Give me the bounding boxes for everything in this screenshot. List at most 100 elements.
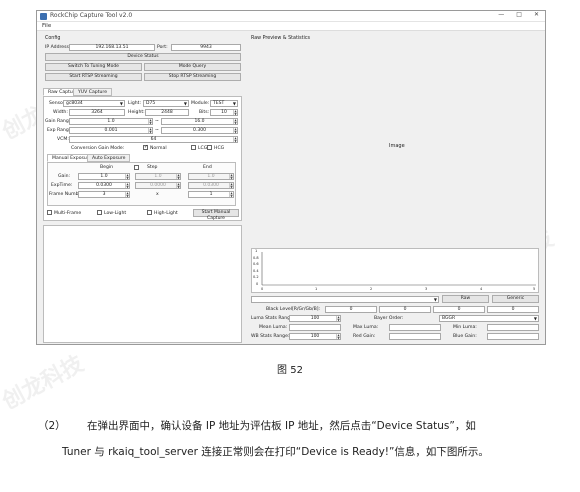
normal-label: Normal — [150, 146, 167, 151]
y-tick-label: 1 — [255, 249, 258, 253]
low-light-label: Low-Light — [104, 211, 127, 216]
port-input[interactable]: 9943 — [171, 44, 241, 51]
black-level-r-input[interactable]: 0 — [325, 306, 377, 313]
switch-tuning-mode-button[interactable]: Switch To Tuning Mode — [45, 63, 142, 71]
hcg-checkbox[interactable]: HCG — [207, 145, 224, 151]
spin-arrows-icon[interactable]: ▲ ▼ — [125, 192, 129, 197]
mode-query-button[interactable]: Mode Query — [144, 63, 241, 71]
exptime-end-value: 0.0300 — [203, 183, 219, 188]
lcg-checkbox[interactable]: LCG — [191, 145, 207, 151]
step-column-header: Step — [147, 165, 158, 170]
generic-button[interactable]: Generic — [492, 295, 539, 303]
exptime-begin-spinbox[interactable]: 0.0300 ▲ ▼ — [78, 182, 130, 189]
exptime-end-spinbox: 0.0300 ▲ ▼ — [188, 182, 234, 189]
spin-arrows-icon[interactable]: ▲ ▼ — [125, 183, 129, 188]
lcg-label: LCG — [198, 146, 208, 151]
wb-range-value: 100 — [310, 334, 320, 339]
black-level-gb-input[interactable]: 0 — [433, 306, 485, 313]
module-value: TEST — [213, 101, 225, 106]
start-rtsp-button[interactable]: Start RTSP Streaming — [45, 73, 142, 81]
width-input[interactable]: 3264 — [69, 109, 125, 116]
maximize-icon[interactable]: □ — [516, 11, 522, 18]
spin-arrows-icon[interactable]: ▲ ▼ — [233, 128, 237, 133]
luma-stats-range-spinbox[interactable]: 100 ▲ ▼ — [289, 315, 341, 322]
y-tick-label: 0.8 — [253, 256, 259, 260]
luma-stats-range-label: Luma Stats Range: — [251, 316, 295, 321]
blue-gain-label: Blue Gain: — [453, 334, 477, 339]
gain-end-spinbox: 1.0 ▲ ▼ — [188, 173, 234, 180]
device-status-button[interactable]: Device Status — [45, 53, 241, 61]
checkbox-icon[interactable] — [134, 165, 139, 170]
spin-arrows-icon[interactable]: ▲ ▼ — [233, 119, 237, 124]
exptime-step-spinbox: 0.0000 ▲ ▼ — [135, 182, 181, 189]
module-label: Module: — [191, 101, 210, 106]
checkbox-icon — [47, 210, 52, 215]
gain-min-value: 1.0 — [107, 119, 115, 124]
ip-address-input[interactable]: 192.168.13.51 — [69, 44, 155, 51]
low-light-checkbox[interactable]: Low-Light — [97, 210, 126, 216]
figure-caption: 图 52 — [277, 365, 303, 376]
bits-spinbox[interactable]: 10 ▲ ▼ — [210, 109, 238, 116]
exp-min-spinbox[interactable]: 0.001 ▲ ▼ — [69, 127, 153, 134]
conversion-gain-label: Conversion Gain Mode: — [71, 146, 125, 151]
tab-auto-exposure[interactable]: Auto Exposure — [87, 154, 131, 162]
spin-arrows-icon[interactable]: ▲ ▼ — [233, 137, 237, 142]
height-input[interactable]: 2448 — [145, 109, 189, 116]
image-preview-area: Image — [251, 45, 539, 245]
chevron-down-icon: ▼ — [232, 101, 236, 106]
mean-luma-value — [289, 324, 341, 331]
multi-frame-checkbox[interactable]: Multi-Frame — [47, 210, 81, 216]
checkbox-icon — [207, 145, 212, 150]
high-light-checkbox[interactable]: High-Light — [147, 210, 178, 216]
gain-min-spinbox[interactable]: 1.0 ▲ ▼ — [69, 118, 153, 125]
spin-arrows-icon[interactable]: ▲ ▼ — [336, 316, 340, 321]
max-luma-label: Max Luma: — [353, 325, 379, 330]
spin-arrows-icon: ▲ ▼ — [229, 182, 233, 189]
spin-arrows-icon[interactable]: ▲ ▼ — [148, 128, 152, 133]
title-bar: RockChip Capture Tool v2.0 — □ ✕ — [37, 11, 545, 22]
sensor-select[interactable]: gc8034 ▼ — [63, 100, 125, 107]
spin-arrows-icon[interactable]: ▲ ▼ — [336, 334, 340, 339]
port-label: Port: — [157, 45, 168, 50]
gain-begin-spinbox[interactable]: 1.0 ▲ ▼ — [78, 173, 130, 180]
exp-max-value: 0.300 — [193, 128, 206, 133]
tab-yuv-capture[interactable]: YUV Capture — [73, 88, 113, 96]
bayer-order-select[interactable]: BGGR ▼ — [439, 315, 539, 322]
frame-end-spinbox[interactable]: 1 ▲ ▼ — [188, 191, 234, 198]
spin-arrows-icon[interactable]: ▲ ▼ — [148, 119, 152, 124]
minimize-icon[interactable]: — — [498, 11, 504, 18]
luma-range-value: 100 — [310, 316, 320, 321]
spin-arrows-icon[interactable]: ▲ ▼ — [233, 110, 237, 115]
gain-max-spinbox[interactable]: 16.0 ▲ ▼ — [161, 118, 238, 125]
black-level-b-input[interactable]: 0 — [487, 306, 539, 313]
log-output-area[interactable] — [43, 225, 242, 343]
wb-stats-range-spinbox[interactable]: 100 ▲ ▼ — [289, 333, 341, 340]
spin-arrows-icon[interactable]: ▲ ▼ — [229, 192, 233, 197]
module-select[interactable]: TEST ▼ — [210, 100, 238, 107]
spin-arrows-icon: ▲ ▼ — [229, 173, 233, 180]
black-level-gr-input[interactable]: 0 — [379, 306, 431, 313]
step-number: （2） — [38, 420, 66, 432]
max-luma-value — [389, 324, 441, 331]
frame-begin-spinbox[interactable]: 3 ▲ ▼ — [78, 191, 130, 198]
instruction-line-1: （2） 在弹出界面中，确认设备 IP 地址为评估板 IP 地址，然后点击“Dev… — [38, 418, 476, 433]
start-manual-capture-button[interactable]: Start Manual Capture — [193, 209, 239, 221]
spin-arrows-icon[interactable]: ▲ ▼ — [125, 174, 129, 179]
vcm-label: VCM: — [57, 137, 69, 142]
stop-rtsp-button[interactable]: Stop RTSP Streaming — [144, 73, 241, 81]
raw-button[interactable]: Raw — [442, 295, 489, 303]
vcm-spinbox[interactable]: 64 ▲ ▼ — [69, 136, 238, 143]
close-icon[interactable]: ✕ — [534, 11, 539, 18]
statistics-select[interactable]: ▼ — [251, 296, 439, 303]
frame-end-value: 1 — [209, 192, 213, 197]
manual-exposure-panel: Begin Step End Gain: 1.0 ▲ ▼ 1.0 ▲ ▼ 1.0 ▲ ▼ E… — [47, 162, 236, 206]
menu-file[interactable]: File — [42, 23, 51, 29]
light-select[interactable]: D75 ▼ — [143, 100, 189, 107]
exp-max-spinbox[interactable]: 0.300 ▲ ▼ — [161, 127, 238, 134]
preview-section-title: Raw Preview & Statistics — [251, 36, 311, 41]
red-gain-label: Red Gain: — [353, 334, 376, 339]
multi-frame-label: Multi-Frame — [54, 211, 82, 216]
bayer-order-value: BGGR — [442, 316, 456, 321]
normal-checkbox[interactable]: Normal — [143, 144, 167, 151]
bits-label: Bits: — [199, 110, 210, 115]
